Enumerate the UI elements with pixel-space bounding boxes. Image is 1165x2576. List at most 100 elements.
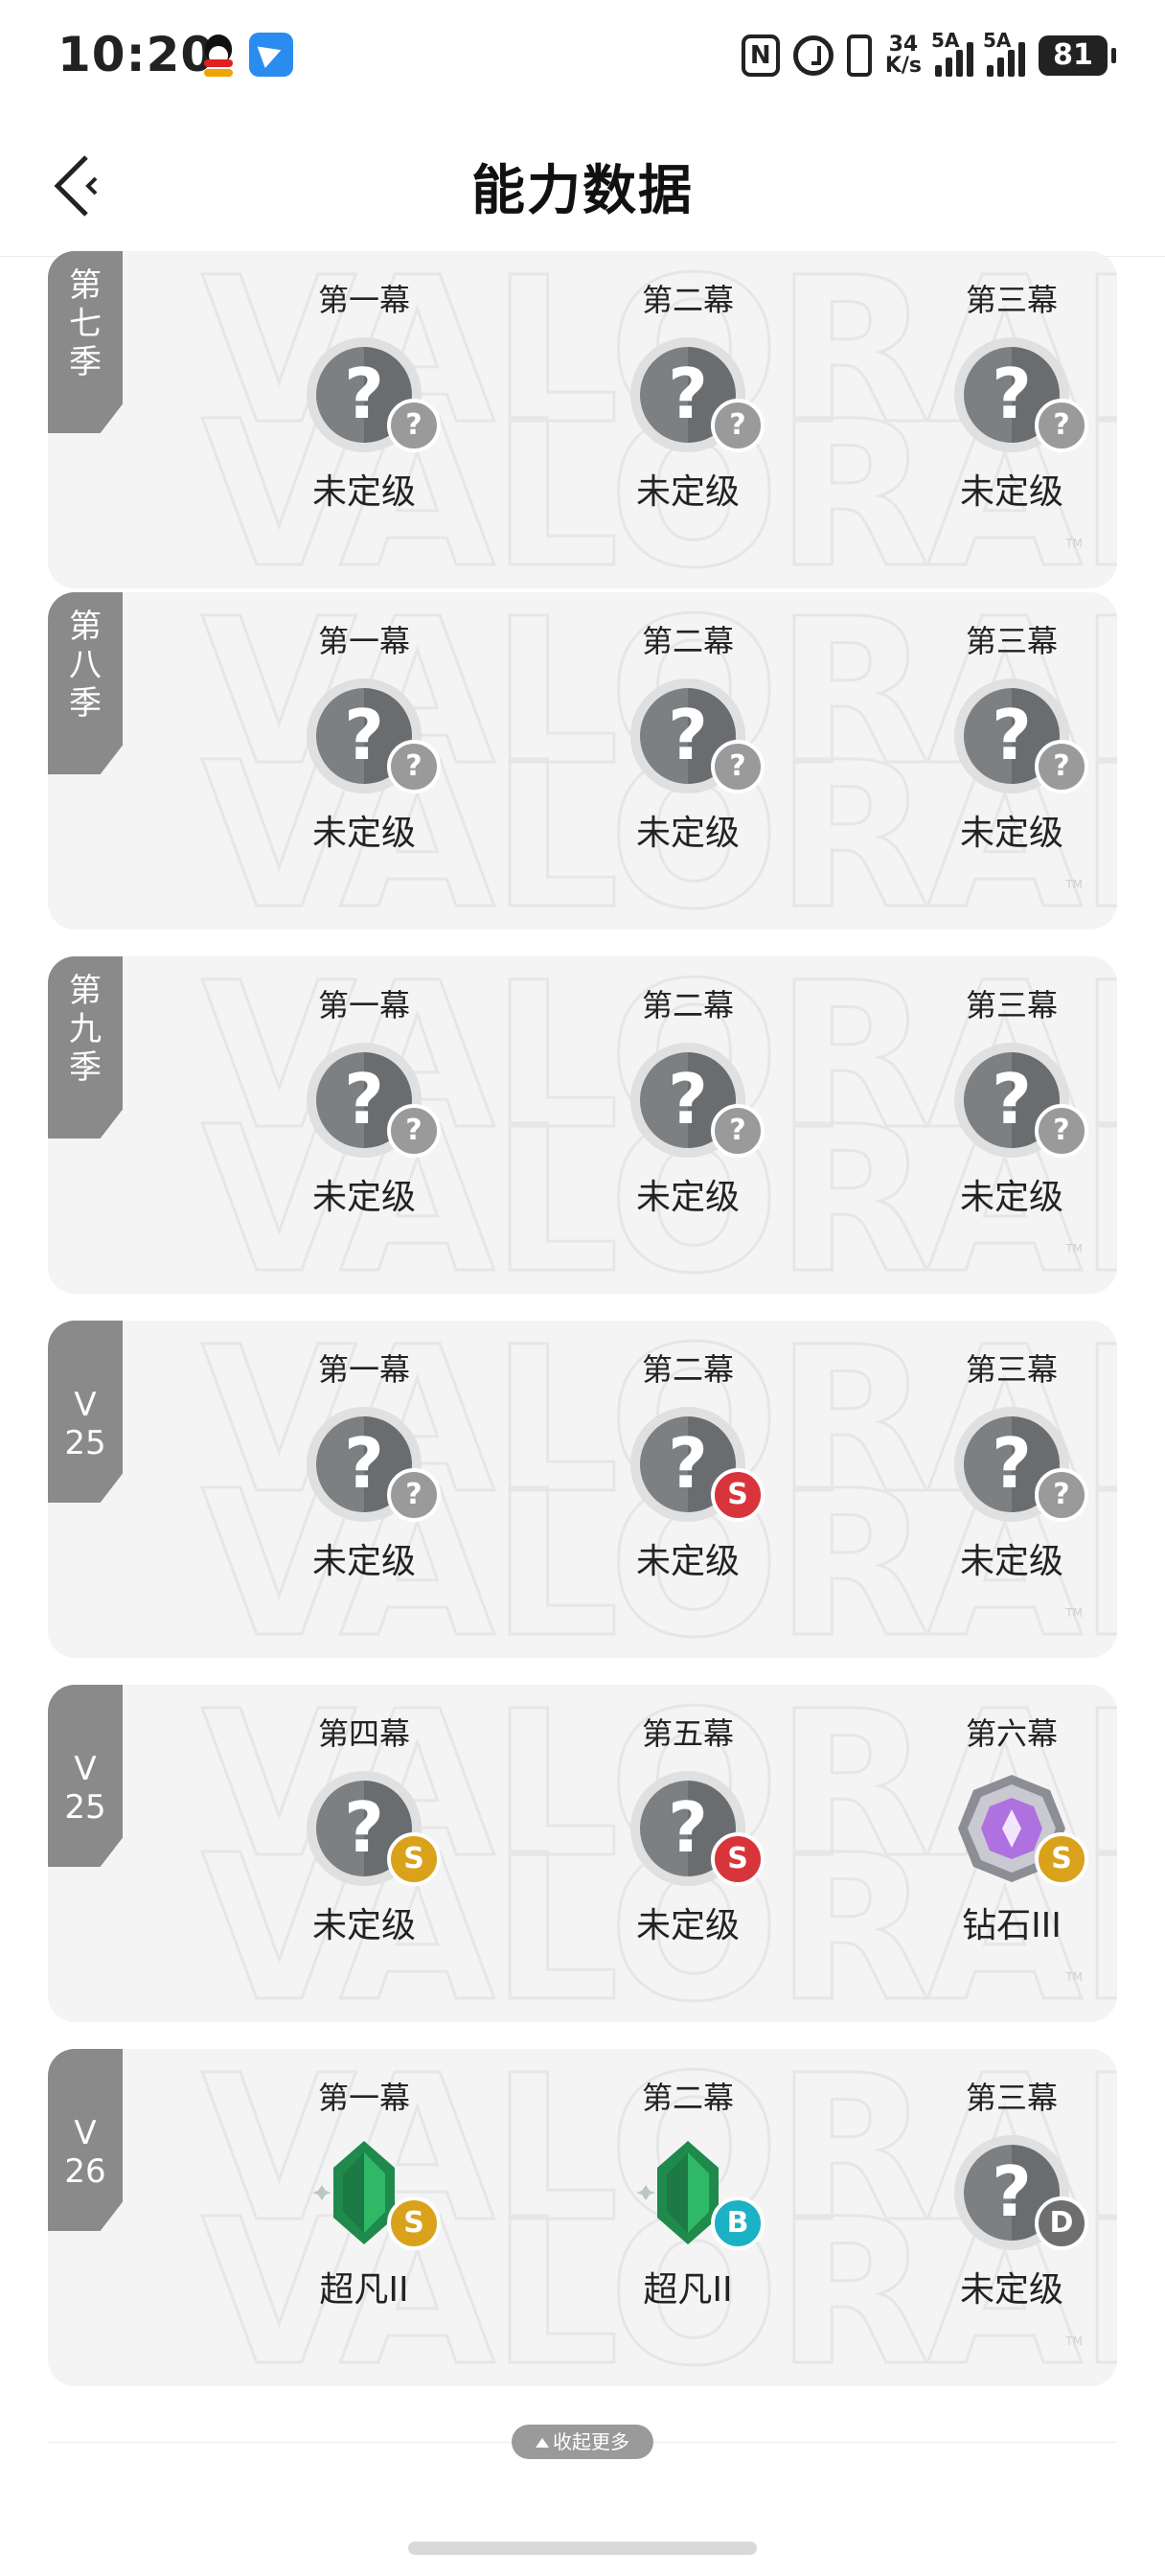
rank-name: 未定级 [635, 1178, 740, 1217]
rank-name: 未定级 [959, 814, 1063, 853]
rank-name: 超凡II [643, 2270, 733, 2310]
act-rank-item[interactable]: 第二幕?? 未定级 [573, 251, 803, 588]
act-rank-item[interactable]: 第四幕 ? S 未定级 [249, 1685, 479, 2022]
tier-badge-icon: ? [1035, 399, 1088, 452]
rank-emblem: ?? [954, 337, 1088, 452]
act-rank-item[interactable]: 第一幕?? 未定级 [249, 592, 479, 930]
season-tag-text: 25 [64, 1788, 106, 1827]
act-label: 第三幕 [965, 282, 1058, 318]
act-rank-item[interactable]: 第二幕 B 超凡II [573, 2049, 803, 2386]
tier-badge-icon: ? [387, 740, 441, 794]
act-label: 第一幕 [317, 987, 410, 1024]
act-label: 第二幕 [641, 1351, 734, 1388]
tier-badge-icon: ? [711, 399, 765, 452]
act-label: 第五幕 [641, 1715, 734, 1752]
act-label: 第四幕 [317, 1715, 410, 1752]
home-indicator[interactable] [408, 2542, 757, 2555]
rank-emblem: ?? [307, 678, 441, 794]
act-label: 第三幕 [965, 623, 1058, 659]
status-icons: N 34 K/s 5A 5A 81 [741, 29, 1116, 82]
tier-badge-icon: S [387, 1832, 441, 1886]
collapse-more-button[interactable]: 收起更多 [512, 2425, 653, 2459]
act-rank-item[interactable]: 第二幕?? 未定级 [573, 592, 803, 930]
tier-badge-icon: ? [1035, 1468, 1088, 1522]
season-tag-text: 七 [69, 305, 102, 343]
tier-badge-icon: ? [1035, 740, 1088, 794]
divider-left [48, 2442, 512, 2443]
collapse-up-icon [536, 2438, 549, 2448]
blue-app-icon [249, 33, 293, 77]
signal-icon-2: 5A [983, 29, 1025, 77]
act-rank-item[interactable]: 第三幕?? 未定级 [897, 1321, 1117, 1658]
rank-name: 未定级 [311, 1906, 416, 1945]
season-tag-text: 八 [69, 646, 102, 684]
act-label: 第二幕 [641, 987, 734, 1024]
rank-emblem: ? S [630, 1407, 765, 1522]
rank-emblem: ? S [307, 1771, 441, 1886]
tier-badge-icon: S [711, 1468, 765, 1522]
tier-badge-icon: ? [711, 740, 765, 794]
rank-emblem: ?? [954, 1043, 1088, 1158]
act-rank-item[interactable]: 第三幕?? 未定级 [897, 956, 1117, 1294]
act-rank-item[interactable]: 第二幕?? 未定级 [573, 956, 803, 1294]
app-header: 能力数据 [0, 113, 1165, 257]
rank-name: 未定级 [311, 1542, 416, 1581]
season-tag: 第七季 [48, 251, 123, 433]
act-rank-item[interactable]: 第三幕?? 未定级 [897, 592, 1117, 930]
act-label: 第二幕 [641, 2080, 734, 2116]
season-tag-text: 季 [69, 343, 102, 381]
act-rank-item[interactable]: 第二幕 ? S 未定级 [573, 1321, 803, 1658]
season-tag: V 25 [48, 1685, 123, 1867]
rank-name: 未定级 [311, 814, 416, 853]
act-label: 第一幕 [317, 2080, 410, 2116]
season-tag-text: V [74, 1750, 97, 1788]
rank-emblem: ?? [307, 1043, 441, 1158]
tier-badge-icon: S [387, 2196, 441, 2250]
act-rank-item[interactable]: 第一幕?? 未定级 [249, 956, 479, 1294]
divider-right [653, 2442, 1117, 2443]
tier-badge-icon: D [1035, 2196, 1088, 2250]
rank-name: 未定级 [959, 1542, 1063, 1581]
act-rank-item[interactable]: 第一幕?? 未定级 [249, 251, 479, 588]
rank-emblem: ? S [630, 1771, 765, 1886]
tier-badge-icon: ? [711, 1104, 765, 1158]
rank-emblem: ? D [954, 2135, 1088, 2250]
act-label: 第一幕 [317, 282, 410, 318]
nfc-icon: N [741, 34, 780, 77]
act-label: 第一幕 [317, 1351, 410, 1388]
rank-name: 未定级 [311, 1178, 416, 1217]
act-rank-item[interactable]: 第六幕 S 钻石III [897, 1685, 1117, 2022]
battery-icon: 81 [1039, 35, 1116, 76]
act-label: 第三幕 [965, 1351, 1058, 1388]
act-rank-item[interactable]: 第三幕 ? D 未定级 [897, 2049, 1117, 2386]
season-tag-text: V [74, 1386, 97, 1424]
act-rank-item[interactable]: 第五幕 ? S 未定级 [573, 1685, 803, 2022]
season-tag-text: 季 [69, 684, 102, 723]
season-tag-text: 第 [69, 266, 102, 305]
qq-icon [196, 33, 240, 77]
season-tag: 第九季 [48, 956, 123, 1138]
vibrate-icon [846, 34, 872, 77]
season-card: VALORANTVALORANTTM第八季第一幕??未定级第二幕??未定级第三幕… [48, 592, 1117, 930]
season-tag-text: 季 [69, 1048, 102, 1087]
rank-name: 未定级 [635, 1542, 740, 1581]
rank-name: 未定级 [959, 2270, 1063, 2310]
status-time: 10:20 [57, 27, 216, 82]
network-speed: 34 K/s [884, 33, 922, 78]
act-rank-item[interactable]: 第一幕 S 超凡II [249, 2049, 479, 2386]
act-label: 第一幕 [317, 623, 410, 659]
rank-emblem: B [630, 2135, 765, 2250]
status-bar: 10:20 N 34 K/s 5A 5A 81 [0, 0, 1165, 113]
rank-name: 未定级 [959, 1178, 1063, 1217]
season-card: VALORANTVALORANTTM第七季第一幕??未定级第二幕??未定级第三幕… [48, 251, 1117, 588]
season-tag-text: V [74, 2114, 97, 2152]
act-rank-item[interactable]: 第三幕?? 未定级 [897, 251, 1117, 588]
season-tag-text: 26 [64, 2152, 106, 2191]
season-tag-text: 第 [69, 608, 102, 646]
page-title: 能力数据 [471, 160, 694, 222]
tier-badge-icon: ? [387, 1468, 441, 1522]
season-card: VALORANTVALORANTTMV25第一幕??未定级第二幕?S未定级第三幕… [48, 1321, 1117, 1658]
act-rank-item[interactable]: 第一幕?? 未定级 [249, 1321, 479, 1658]
rank-emblem: S [307, 2135, 441, 2250]
tier-badge-icon: S [1035, 1832, 1088, 1886]
